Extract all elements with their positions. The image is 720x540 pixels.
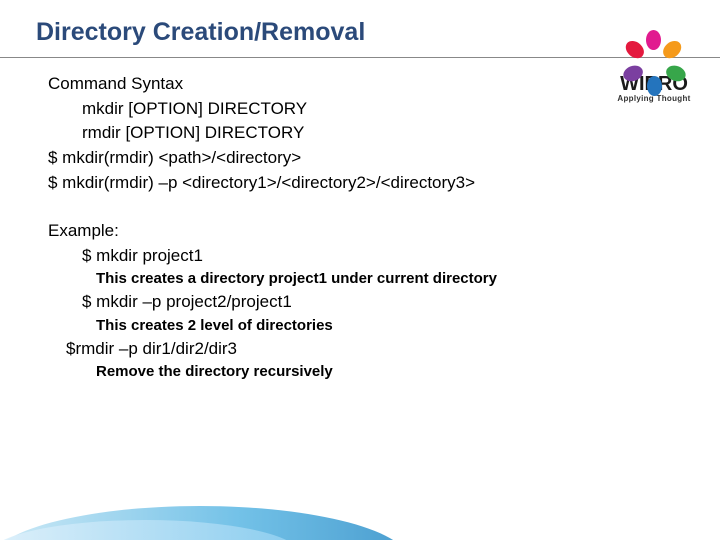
example-desc: This creates 2 level of directories: [48, 315, 692, 337]
footer-swoosh-icon: [0, 498, 720, 540]
page-title: Directory Creation/Removal: [28, 18, 692, 47]
example-desc: Remove the directory recursively: [48, 361, 692, 383]
example-cmd: $rmdir –p dir1/dir2/dir3: [48, 337, 692, 362]
slide: WIPRO Applying Thought Directory Creatio…: [0, 0, 720, 540]
usage-line: $ mkdir(rmdir) <path>/<directory>: [48, 146, 692, 171]
syntax-line: mkdir [OPTION] DIRECTORY: [48, 97, 692, 122]
example-cmd: $ mkdir –p project2/project1: [48, 290, 692, 315]
wipro-logo: WIPRO Applying Thought: [610, 28, 698, 103]
syntax-heading: Command Syntax: [48, 72, 692, 97]
content-body: Command Syntax mkdir [OPTION] DIRECTORY …: [28, 72, 692, 383]
example-desc: This creates a directory project1 under …: [48, 268, 692, 290]
example-heading: Example:: [48, 219, 692, 244]
example-cmd: $ mkdir project1: [48, 244, 692, 269]
logo-flower-icon: [629, 28, 679, 72]
usage-line: $ mkdir(rmdir) –p <directory1>/<director…: [48, 171, 692, 196]
syntax-line: rmdir [OPTION] DIRECTORY: [48, 121, 692, 146]
